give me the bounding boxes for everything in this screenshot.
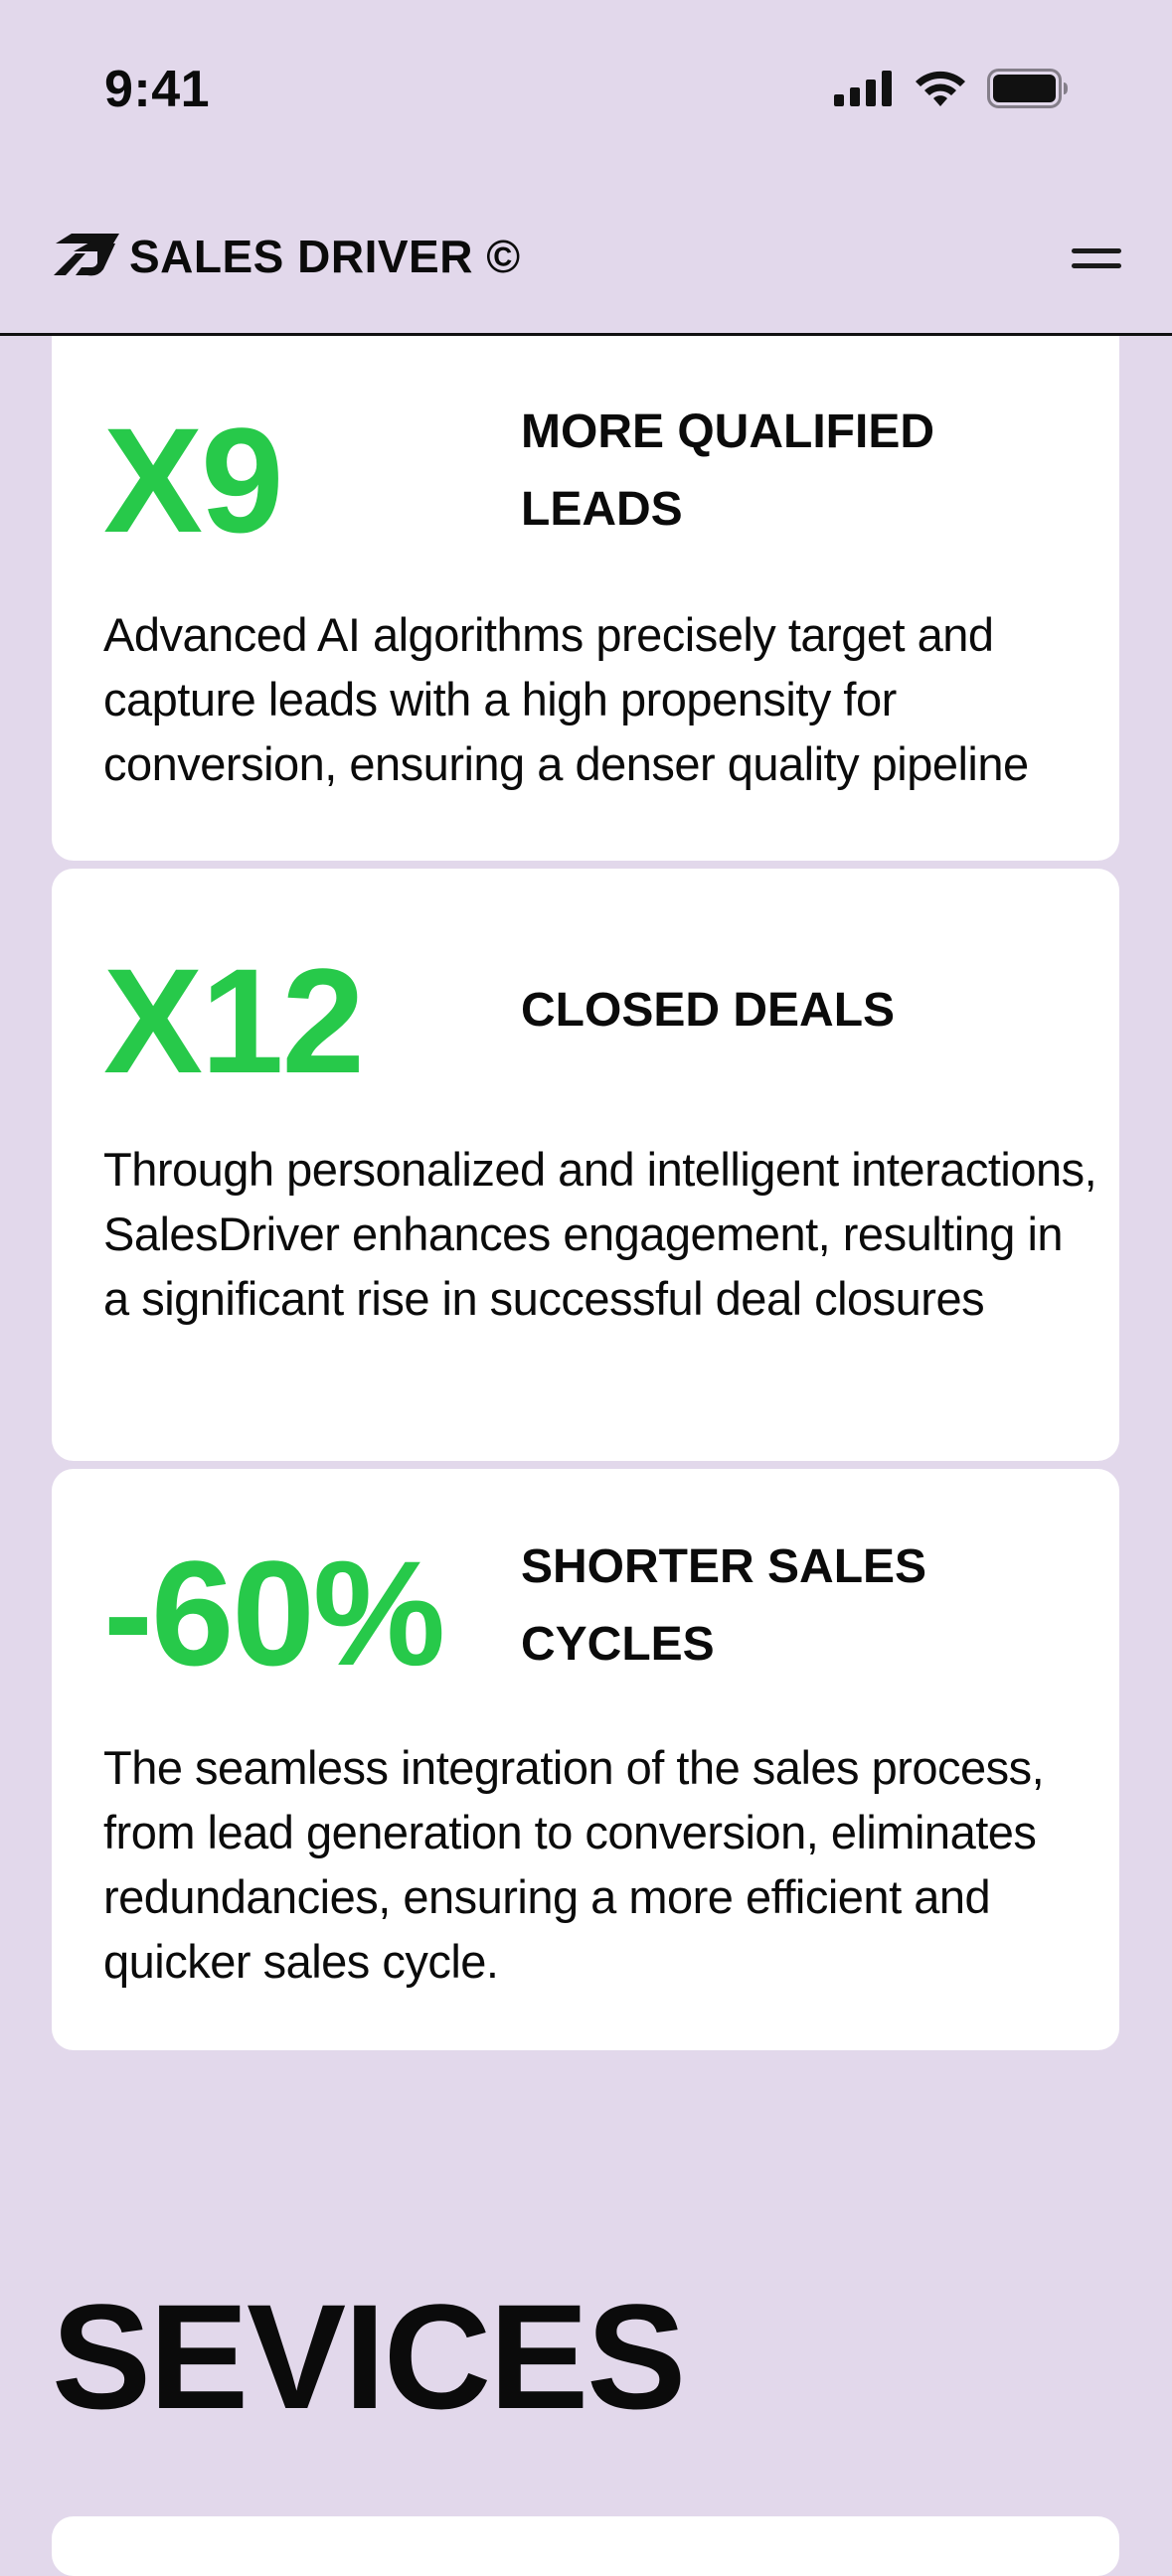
brand-name: SALES DRIVER © xyxy=(129,231,521,282)
sales-driver-logo-icon xyxy=(52,230,121,284)
menu-line xyxy=(1072,263,1121,268)
service-card xyxy=(52,2516,1119,2576)
stat-description: The seamless integration of the sales pr… xyxy=(103,1741,1045,1988)
stat-value: X9 xyxy=(103,397,283,564)
stat-value: X12 xyxy=(103,937,365,1104)
services-section-title: SEVICES xyxy=(52,2273,686,2440)
stat-description: Advanced AI algorithms precisely target … xyxy=(103,608,1029,790)
wifi-icon xyxy=(914,69,967,113)
stat-label: MORE QUALIFIED LEADS xyxy=(521,405,934,536)
site-header: SALES DRIVER © xyxy=(0,179,1172,336)
stat-card-shorter-sales-cycles: -60% SHORTER SALES CYCLES The seamless i… xyxy=(52,1469,1119,2050)
hamburger-menu-icon[interactable] xyxy=(1061,229,1132,288)
status-bar: 9:41 xyxy=(0,0,1172,179)
battery-icon xyxy=(987,68,1069,113)
stat-value: -60% xyxy=(103,1530,445,1696)
status-time: 9:41 xyxy=(104,61,211,118)
stat-description: Through personalized and intelligent int… xyxy=(103,1143,1097,1325)
cellular-signal-icon xyxy=(834,70,894,111)
stat-card-qualified-leads: X9 MORE QUALIFIED LEADS Advanced AI algo… xyxy=(52,336,1119,861)
stat-label: SHORTER SALES CYCLES xyxy=(521,1540,927,1671)
stat-card-closed-deals: X12 CLOSED DEALS Through personalized an… xyxy=(52,869,1119,1461)
stat-label: CLOSED DEALS xyxy=(521,984,896,1037)
menu-line xyxy=(1072,248,1121,253)
status-icons xyxy=(834,66,1069,115)
brand[interactable]: SALES DRIVER © xyxy=(52,221,521,292)
